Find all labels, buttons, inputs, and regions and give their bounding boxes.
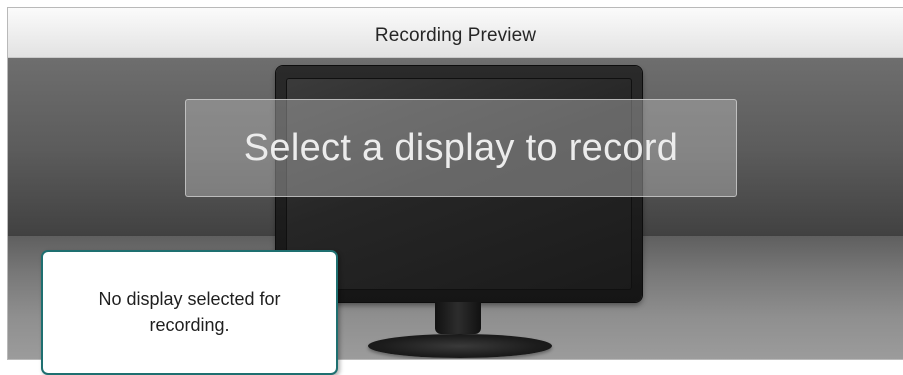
tooltip-text: No display selected for recording. — [98, 289, 281, 335]
monitor-stand-neck — [435, 302, 481, 334]
select-display-message: Select a display to record — [185, 99, 737, 197]
select-display-text: Select a display to record — [243, 127, 679, 169]
preview-title: Recording Preview — [374, 25, 537, 46]
preview-title-bar: Recording Preview — [8, 8, 903, 58]
no-display-tooltip: No display selected for recording. — [41, 250, 338, 375]
monitor-stand-base — [368, 334, 552, 358]
